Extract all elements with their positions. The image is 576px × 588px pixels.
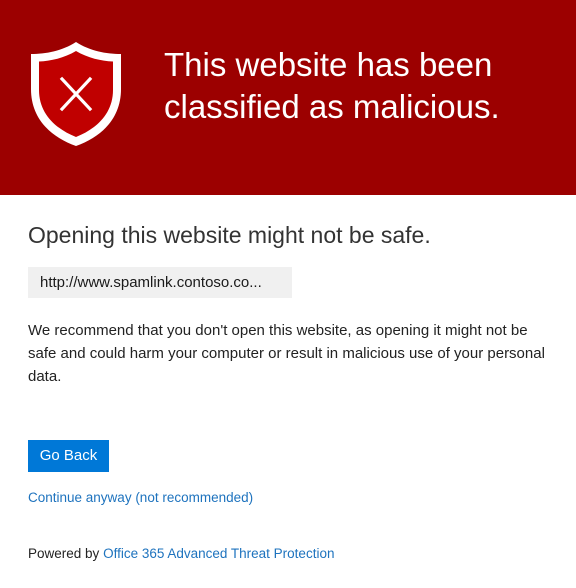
warning-description: We recommend that you don't open this we… [28,322,545,385]
blocked-url: http://www.spamlink.contoso.co... [28,267,292,298]
atp-product-link[interactable]: Office 365 Advanced Threat Protection [103,546,334,561]
go-back-button[interactable]: Go Back [28,440,109,472]
warning-subheading: Opening this website might not be safe. [28,222,431,248]
powered-by-footer: Powered by Office 365 Advanced Threat Pr… [28,544,334,564]
continue-anyway-link[interactable]: Continue anyway (not recommended) [28,488,253,508]
powered-by-prefix: Powered by [28,546,100,561]
page-title: This website has been classified as mali… [164,46,500,125]
shield-x-icon [31,42,121,146]
warning-banner: This website has been classified as mali… [0,0,576,195]
safe-links-warning-page: This website has been classified as mali… [0,0,576,588]
